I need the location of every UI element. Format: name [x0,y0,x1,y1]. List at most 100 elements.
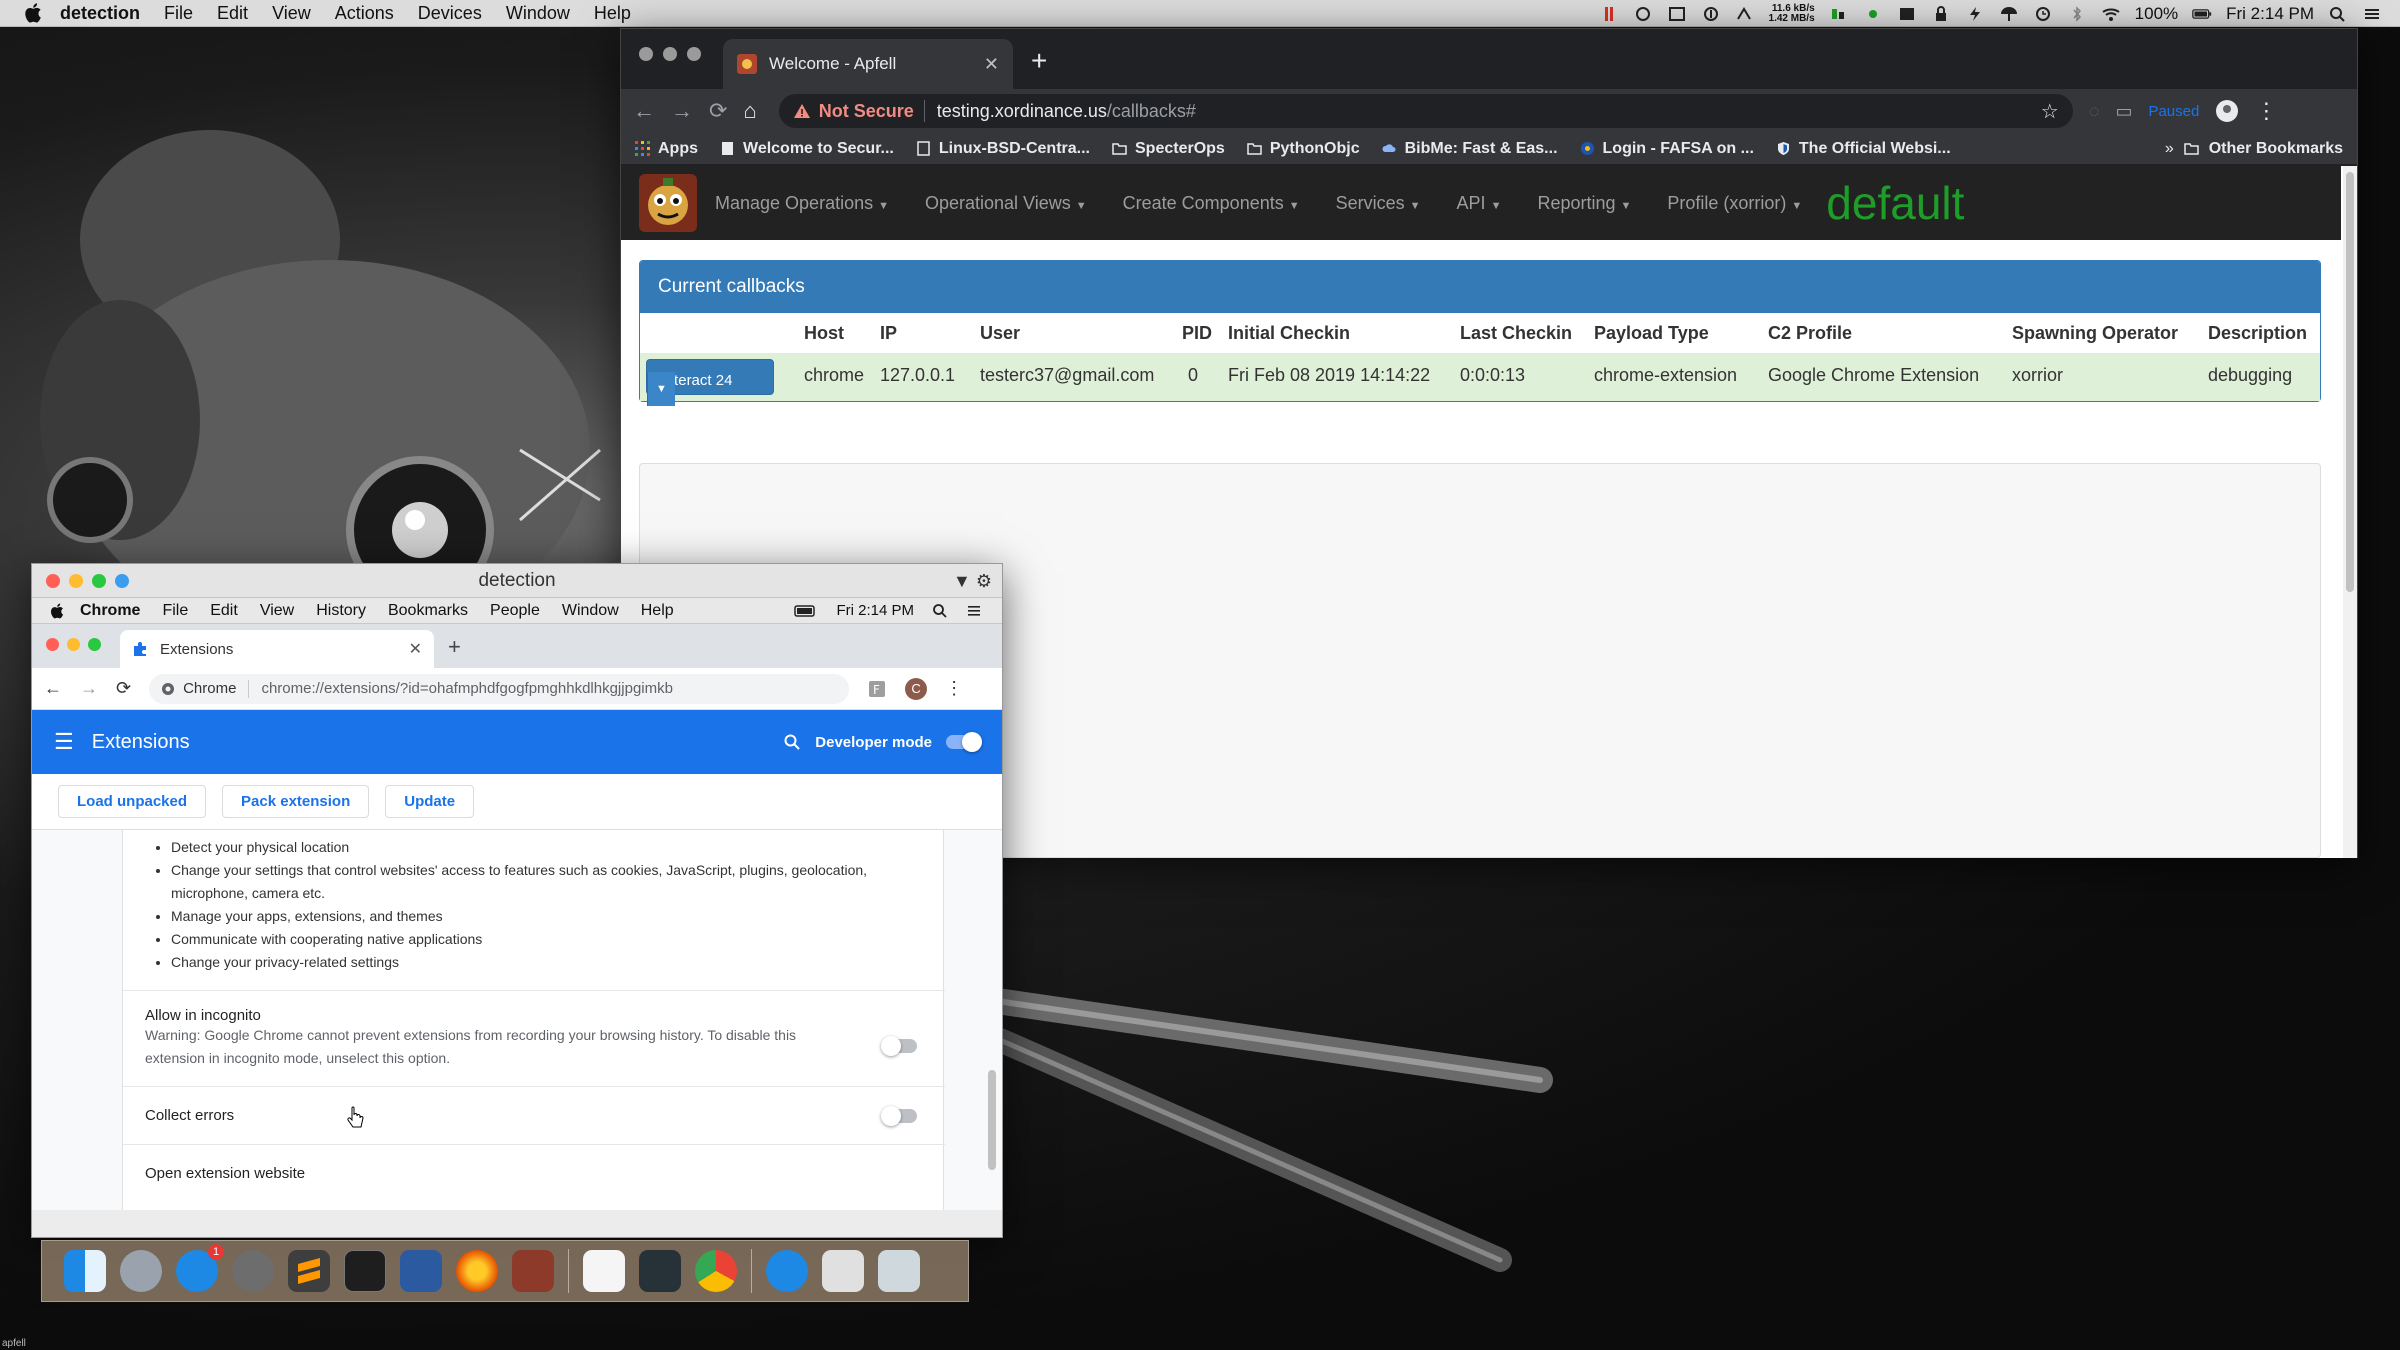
column-header[interactable]: C2 Profile [1768,323,1852,344]
back-arrow-icon[interactable]: ← [633,98,655,124]
launchpad-icon[interactable] [120,1250,162,1292]
interact-button[interactable]: Interact 24 ▼ [646,359,774,406]
nav-manage-operations[interactable]: Manage Operations ▼ [715,193,889,214]
menu-devices[interactable]: Devices [418,3,482,24]
vm-menu-bookmarks[interactable]: Bookmarks [388,602,468,620]
vm-menu-history[interactable]: History [316,602,366,620]
vm-menu-window[interactable]: Window [562,602,619,620]
search-icon[interactable] [783,733,801,751]
table-row[interactable]: Interact 24 ▼ chrome 127.0.0.1 testerc37… [640,353,2320,406]
minimize-window-button[interactable] [69,574,83,588]
bluetooth-icon[interactable] [2067,5,2087,22]
apple-menu-icon[interactable] [24,3,42,23]
pack-extension-button[interactable]: Pack extension [222,785,370,818]
spotlight-search-icon[interactable] [2328,6,2348,22]
back-arrow-icon[interactable]: ← [44,678,62,699]
battery-icon[interactable] [794,604,818,618]
fullscreen-window-button[interactable] [115,574,129,588]
column-header[interactable]: Last Checkin [1460,323,1572,344]
vm-menu-app-name[interactable]: Chrome [80,602,140,620]
menu-app-name[interactable]: detection [60,3,140,24]
scrollbar-thumb[interactable] [2346,172,2354,592]
menu-edit[interactable]: Edit [217,3,248,24]
sublime-text-icon[interactable] [288,1250,330,1292]
open-extension-website-link[interactable]: Open extension website [145,1165,923,1182]
cast-icon[interactable]: ▭ [2115,101,2132,122]
close-window-button[interactable] [639,47,653,61]
bookmarks-overflow-button[interactable]: » [2165,140,2174,158]
wifi-icon[interactable] [2101,6,2121,22]
bookmark-pythonobjc[interactable]: PythonObjc [1247,140,1360,158]
activity-monitor-icon[interactable] [639,1250,681,1292]
textedit-icon[interactable] [583,1250,625,1292]
developer-mode-toggle[interactable] [946,732,982,752]
menu-help[interactable]: Help [594,3,631,24]
nav-profile[interactable]: Profile (xorrior) ▼ [1667,193,1802,214]
vm-clock[interactable]: Fri 2:14 PM [836,602,914,619]
new-tab-button[interactable]: + [1031,45,1047,77]
bookmark-welcome[interactable]: Welcome to Secur... [720,140,894,158]
close-window-button[interactable] [46,638,59,651]
chrome-menu-icon[interactable]: ⋮ [2255,98,2277,124]
bookmark-star-icon[interactable]: ☆ [2041,99,2059,124]
menu-actions[interactable]: Actions [335,3,394,24]
bookmark-fafsa[interactable]: Login - FAFSA on ... [1580,140,1754,158]
zoom-window-button[interactable] [687,47,701,61]
bookmark-linux-bsd[interactable]: Linux-BSD-Centra... [916,140,1090,158]
menu-view[interactable]: View [272,3,311,24]
zoom-window-button[interactable] [92,574,106,588]
caret-down-icon[interactable]: ▼ [647,372,675,406]
menu-window[interactable]: Window [506,3,570,24]
sync-icon[interactable] [1633,6,1653,22]
close-tab-icon[interactable]: ✕ [984,54,999,75]
calendar-icon[interactable] [1667,6,1687,22]
column-header[interactable]: Spawning Operator [2012,323,2178,344]
incognito-toggle[interactable] [881,1036,917,1056]
apple-menu-icon[interactable] [50,602,64,619]
nav-reporting[interactable]: Reporting ▼ [1537,193,1631,214]
firefox-icon[interactable] [456,1250,498,1292]
collect-errors-toggle[interactable] [881,1106,917,1126]
sidebar-icon[interactable] [1897,6,1917,22]
column-header[interactable]: IP [880,323,897,344]
load-unpacked-button[interactable]: Load unpacked [58,785,207,818]
apfell-icon[interactable] [512,1250,554,1292]
column-header[interactable]: Payload Type [1594,323,1709,344]
bookmark-bibme[interactable]: BibMe: Fast & Eas... [1382,140,1558,158]
tab-extensions[interactable]: Extensions ✕ [120,630,434,668]
vm-menu-file[interactable]: File [162,602,188,620]
column-header[interactable]: Host [804,323,844,344]
chrome-icon[interactable] [695,1250,737,1292]
scrollbar-thumb[interactable] [988,1070,996,1170]
notification-center-icon[interactable] [2362,6,2382,22]
not-secure-label[interactable]: Not Secure [819,101,914,122]
status-dot-icon[interactable] [1863,6,1883,22]
xcode-icon[interactable] [400,1250,442,1292]
home-icon[interactable]: ⌂ [743,98,756,124]
extension-action-icon[interactable]: F [867,679,887,699]
apfell-logo-icon[interactable] [639,174,697,232]
menubar-clock[interactable]: Fri 2:14 PM [2226,4,2314,24]
finder-icon[interactable] [64,1250,106,1292]
bookmark-official-website[interactable]: The Official Websi... [1776,140,1951,158]
address-bar[interactable]: Not Secure testing.xordinance.us/callbac… [778,94,2073,128]
app-store-icon[interactable]: 1 [176,1244,224,1292]
close-window-button[interactable] [46,574,60,588]
forward-arrow-icon[interactable]: → [671,98,693,124]
close-tab-icon[interactable]: ✕ [409,639,422,659]
new-tab-button[interactable]: + [448,634,461,660]
extensions-scrollbar[interactable] [988,830,996,1210]
lock-icon[interactable] [1931,5,1951,22]
trash-icon[interactable] [878,1250,920,1292]
column-header[interactable]: Initial Checkin [1228,323,1350,344]
page-scrollbar[interactable] [2343,166,2357,858]
vm-menu-edit[interactable]: Edit [210,602,238,620]
chrome-menu-icon[interactable]: ⋮ [945,678,963,699]
zoom-window-button[interactable] [88,638,101,651]
spotlight-search-icon[interactable] [932,603,948,619]
system-preferences-icon[interactable] [232,1250,274,1292]
nav-services[interactable]: Services ▼ [1336,193,1421,214]
column-header[interactable]: PID [1182,323,1212,344]
column-header[interactable]: Description [2208,323,2307,344]
update-button[interactable]: Update [385,785,475,818]
